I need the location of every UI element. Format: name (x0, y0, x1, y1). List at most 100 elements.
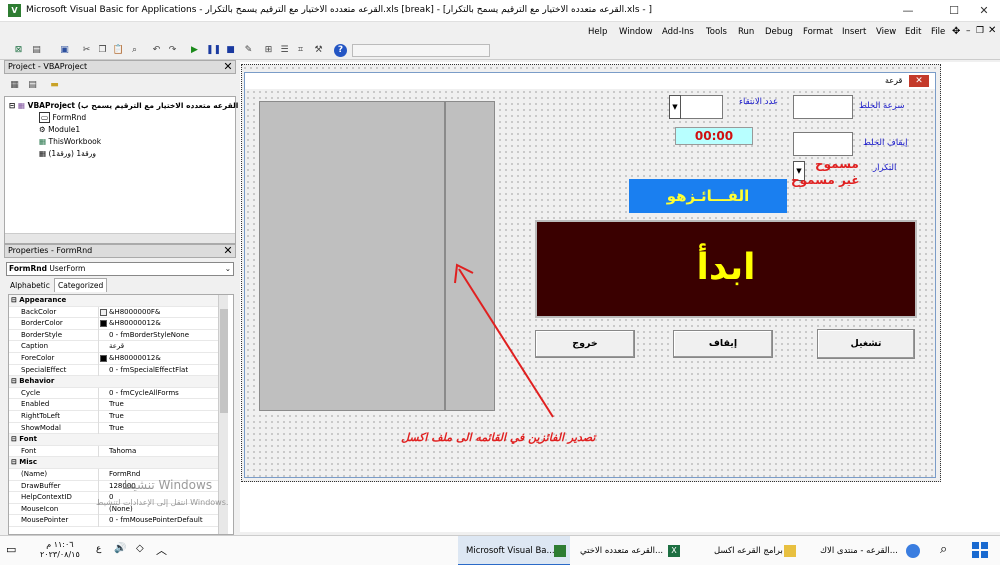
property-value[interactable]: 0 - fmMousePointerDefault (98, 515, 226, 527)
taskbar-item-vba[interactable]: Microsoft Visual Ba... (458, 536, 570, 565)
mdi-restore-icon[interactable]: ❐ (976, 26, 984, 36)
find-icon[interactable]: ⌕ (128, 44, 141, 57)
break-icon[interactable]: ❚❚ (206, 44, 221, 57)
property-row[interactable]: BorderStyle 0 - fmBorderStyleNone (9, 329, 227, 342)
tree-item-sheet1[interactable]: ▦ ورقة1 (ورقة1) (39, 149, 96, 158)
property-row[interactable]: Font Tahoma (9, 445, 227, 458)
chevron-up-icon[interactable]: ︿ (156, 542, 167, 558)
mdi-minimize-icon[interactable]: – (966, 26, 971, 36)
taskbar-item-browser[interactable]: القرعه - منتدى الاك... (806, 536, 924, 565)
menu-debug[interactable]: Debug (765, 27, 793, 37)
mdi-close-icon[interactable]: ✕ (988, 25, 996, 36)
search-icon[interactable]: ⌕ (940, 542, 947, 557)
property-value[interactable]: 0 - fmCycleAllForms (98, 387, 226, 400)
run-icon[interactable]: ▶ (188, 44, 201, 57)
notification-icon[interactable]: ▭ (6, 543, 16, 556)
winners-listbox[interactable] (259, 101, 446, 411)
menu-run[interactable]: Run (738, 27, 754, 37)
userform-formrnd[interactable]: قرعة ✕ سرعة الخلط ▼ عدد الانتقاء 00:00 إ… (244, 72, 936, 478)
property-value[interactable]: 0 - fmSpecialEffectFlat (98, 364, 226, 377)
property-row[interactable]: BorderColor &H80000012& (9, 318, 227, 330)
userform-close-button[interactable]: ✕ (909, 75, 929, 87)
property-category[interactable]: ⊟ Behavior (9, 376, 227, 388)
property-category[interactable]: ⊟ Appearance (9, 295, 227, 307)
property-category[interactable]: ⊟ Font (9, 434, 227, 446)
property-value[interactable]: Tahoma (98, 445, 226, 458)
property-row[interactable]: MousePointer 0 - fmMousePointerDefault (9, 515, 227, 527)
insert-object-icon[interactable]: ▤ (30, 44, 43, 57)
windows-start-icon[interactable] (972, 542, 988, 558)
menu-view[interactable]: View (876, 27, 896, 37)
menu-help[interactable]: Help (588, 27, 607, 37)
redo-icon[interactable]: ↷ (166, 44, 179, 57)
property-value[interactable]: &H80000012& (98, 353, 226, 365)
property-row[interactable]: Enabled True (9, 399, 227, 411)
save-icon[interactable]: ▣ (58, 44, 71, 57)
property-value[interactable]: &H8000000F& (98, 306, 226, 319)
project-explorer-icon[interactable]: ⊞ (262, 44, 275, 57)
stop-input[interactable] (793, 132, 853, 156)
count-dropdown-button[interactable]: ▼ (669, 95, 681, 119)
tree-item-formrnd[interactable]: ▭ FormRnd (39, 112, 86, 123)
scrollbar-thumb[interactable] (220, 309, 228, 413)
reset-icon[interactable]: ■ (224, 44, 237, 57)
cut-icon[interactable]: ✂ (80, 44, 93, 57)
property-value[interactable]: True (98, 422, 226, 435)
run-button[interactable]: تشغيل (817, 329, 915, 359)
close-button[interactable]: ✕ (976, 3, 992, 19)
object-browser-icon[interactable]: ⌗ (294, 44, 307, 57)
properties-panel-close-icon[interactable]: ✕ (222, 245, 234, 257)
toggle-folders-icon[interactable]: ▬ (48, 79, 61, 92)
property-row[interactable]: Cycle 0 - fmCycleAllForms (9, 387, 227, 400)
start-display[interactable]: ابدأ (535, 220, 917, 318)
collapse-icon[interactable]: ⊟ (9, 101, 15, 110)
toolbox-icon[interactable]: ⚒ (312, 44, 325, 57)
network-icon[interactable]: ◇ (136, 543, 144, 554)
undo-icon[interactable]: ↶ (150, 44, 163, 57)
menu-window[interactable]: Window (619, 27, 653, 37)
taskbar-item-folder[interactable]: برامج القرعه اكسل (690, 536, 800, 565)
copy-icon[interactable]: ❐ (96, 44, 109, 57)
tree-scrollbar-horizontal[interactable] (5, 233, 235, 243)
project-panel-close-icon[interactable]: ✕ (222, 61, 234, 73)
property-row[interactable]: ShowModal True (9, 422, 227, 435)
tab-alphabetic[interactable]: Alphabetic (10, 281, 50, 290)
property-category[interactable]: ⊟ Misc (9, 457, 227, 469)
property-value[interactable]: قرعة (98, 341, 226, 353)
design-mode-icon[interactable]: ✎ (242, 44, 255, 57)
language-indicator[interactable]: ع (96, 544, 101, 554)
property-row[interactable]: ForeColor &H80000012& (9, 353, 227, 365)
excel-icon[interactable]: ⊠ (12, 44, 25, 57)
menu-file[interactable]: File (931, 27, 945, 37)
taskbar-item-excel[interactable]: القرعه متعدده الاختي... X (574, 536, 686, 565)
property-value[interactable]: &H80000012& (98, 318, 226, 330)
property-row[interactable]: BackColor &H8000000F& (9, 306, 227, 319)
properties-icon[interactable]: ☰ (278, 44, 291, 57)
menu-addins[interactable]: Add-Ins (662, 27, 694, 37)
menu-format[interactable]: Format (803, 27, 833, 37)
property-value[interactable]: True (98, 411, 226, 423)
tree-item-thisworkbook[interactable]: ▦ ThisWorkbook (39, 137, 101, 146)
menu-edit[interactable]: Edit (905, 27, 921, 37)
tree-item-module1[interactable]: ⚙ Module1 (39, 125, 80, 134)
view-code-icon[interactable]: ▦ (8, 79, 21, 92)
property-row[interactable]: SpecialEffect 0 - fmSpecialEffectFlat (9, 364, 227, 377)
tab-categorized[interactable]: Categorized (54, 278, 108, 292)
paste-icon[interactable]: 📋 (112, 44, 125, 57)
property-row[interactable]: RightToLeft True (9, 411, 227, 423)
menu-insert[interactable]: Insert (842, 27, 866, 37)
stop-button[interactable]: إيقاف (673, 330, 773, 358)
property-value[interactable]: True (98, 399, 226, 411)
clock[interactable]: ١١:٠٦ م ٢٠٢٣/٠٨/١٥ (40, 540, 80, 560)
property-row[interactable]: Caption قرعة (9, 341, 227, 353)
menu-tools[interactable]: Tools (706, 27, 727, 37)
view-object-icon[interactable]: ▤ (26, 79, 39, 92)
property-value[interactable]: 0 - fmBorderStyleNone (98, 329, 226, 342)
tree-root[interactable]: ⊟ ▦ VBAProject (القرعه متعدده الاختيار م… (9, 101, 238, 110)
speed-input[interactable] (793, 95, 853, 119)
minimize-button[interactable]: — (900, 3, 916, 19)
volume-icon[interactable]: 🔊 (114, 543, 126, 554)
object-selector[interactable]: FormRnd UserForm ⌄ (6, 262, 234, 276)
maximize-button[interactable]: ☐ (946, 3, 962, 19)
help-icon[interactable]: ? (334, 44, 347, 57)
